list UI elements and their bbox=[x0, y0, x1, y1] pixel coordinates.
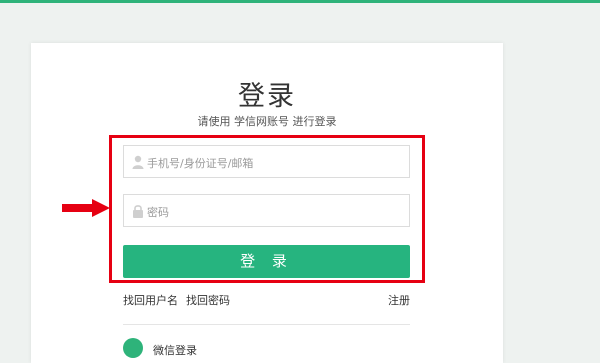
page-title: 登录 bbox=[238, 81, 296, 112]
highlight-box bbox=[109, 135, 425, 283]
wechat-login[interactable]: 微信登录 bbox=[123, 338, 323, 360]
wechat-label: 微信登录 bbox=[153, 344, 197, 357]
register-link[interactable]: 注册 bbox=[388, 292, 410, 308]
wechat-icon bbox=[123, 338, 143, 358]
account-links: 找回用户名 找回密码 注册 bbox=[123, 292, 410, 308]
find-password-link[interactable]: 找回密码 bbox=[186, 292, 230, 308]
top-accent-bar bbox=[0, 0, 600, 3]
arrow-right-icon bbox=[62, 199, 110, 217]
find-username-link[interactable]: 找回用户名 bbox=[123, 292, 178, 308]
divider bbox=[123, 324, 410, 325]
login-subtitle: 请使用 学信网账号 进行登录 bbox=[197, 115, 337, 128]
